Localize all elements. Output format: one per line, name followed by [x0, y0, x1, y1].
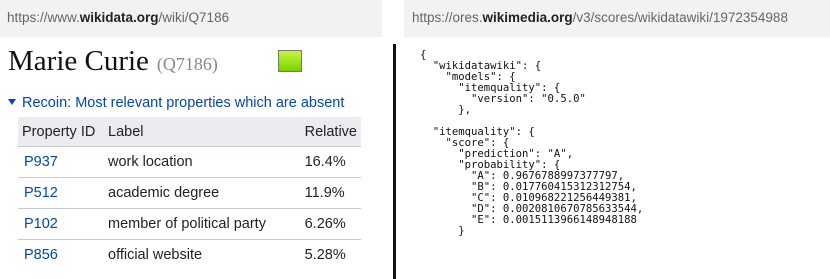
- left-address-bar[interactable]: https://www.wikidata.org/wiki/Q7186: [0, 0, 382, 37]
- recoin-toggle[interactable]: Recoin: Most relevant properties which a…: [8, 95, 344, 111]
- right-address-bar[interactable]: https://ores.wikimedia.org/v3/scores/wik…: [404, 0, 830, 37]
- json-line: },: [420, 104, 472, 116]
- column-header-label[interactable]: Label: [104, 117, 301, 147]
- panel-divider: [393, 44, 396, 279]
- property-id-link[interactable]: P512: [18, 177, 104, 209]
- property-label: member of political party: [104, 208, 301, 240]
- column-header-relative[interactable]: Relative: [300, 117, 361, 147]
- quality-badge-icon: [278, 50, 302, 72]
- page-title: Marie Curie (Q7186): [8, 45, 218, 78]
- item-qid: (Q7186): [156, 54, 218, 74]
- property-id-link[interactable]: P102: [18, 208, 104, 240]
- json-line: }: [420, 225, 465, 237]
- table-row: P512 academic degree 11.9%: [18, 177, 361, 209]
- left-url-domain: wikidata.org: [79, 10, 159, 25]
- property-relative: 11.9%: [300, 177, 361, 209]
- property-relative: 5.28%: [304, 247, 346, 263]
- item-label: Marie Curie: [8, 45, 149, 77]
- right-url-domain: wikimedia.org: [482, 10, 573, 25]
- triangle-down-icon: [8, 99, 16, 106]
- recoin-heading: Recoin: Most relevant properties which a…: [22, 95, 345, 111]
- left-url-path: /wiki/Q7186: [158, 10, 230, 25]
- ores-json-response: { "wikidatawiki": { "models": { "itemqua…: [420, 50, 643, 237]
- table-header-row: Property ID Label Relative: [18, 117, 361, 147]
- property-id-link[interactable]: P937: [18, 146, 104, 178]
- left-url-prefix: https://www.: [7, 10, 80, 25]
- right-url-path: /v3/scores/wikidatawiki/1972354988: [572, 10, 788, 25]
- property-id-link[interactable]: P856: [18, 240, 104, 271]
- property-label: academic degree: [104, 177, 301, 209]
- table-row: P937 work location 16.4%: [18, 146, 361, 178]
- property-relative: 16.4%: [300, 146, 361, 178]
- property-label: work location: [104, 146, 301, 178]
- column-header-property-id[interactable]: Property ID: [18, 117, 104, 147]
- property-relative: 6.26%: [300, 208, 361, 240]
- property-label: official website: [108, 247, 203, 263]
- table-row: P856 official website 5.28%: [18, 240, 361, 271]
- recoin-table: Property ID Label Relative P937 work loc…: [18, 117, 361, 270]
- right-url-prefix: https://ores.: [412, 10, 483, 25]
- table-row: P102 member of political party 6.26%: [18, 208, 361, 240]
